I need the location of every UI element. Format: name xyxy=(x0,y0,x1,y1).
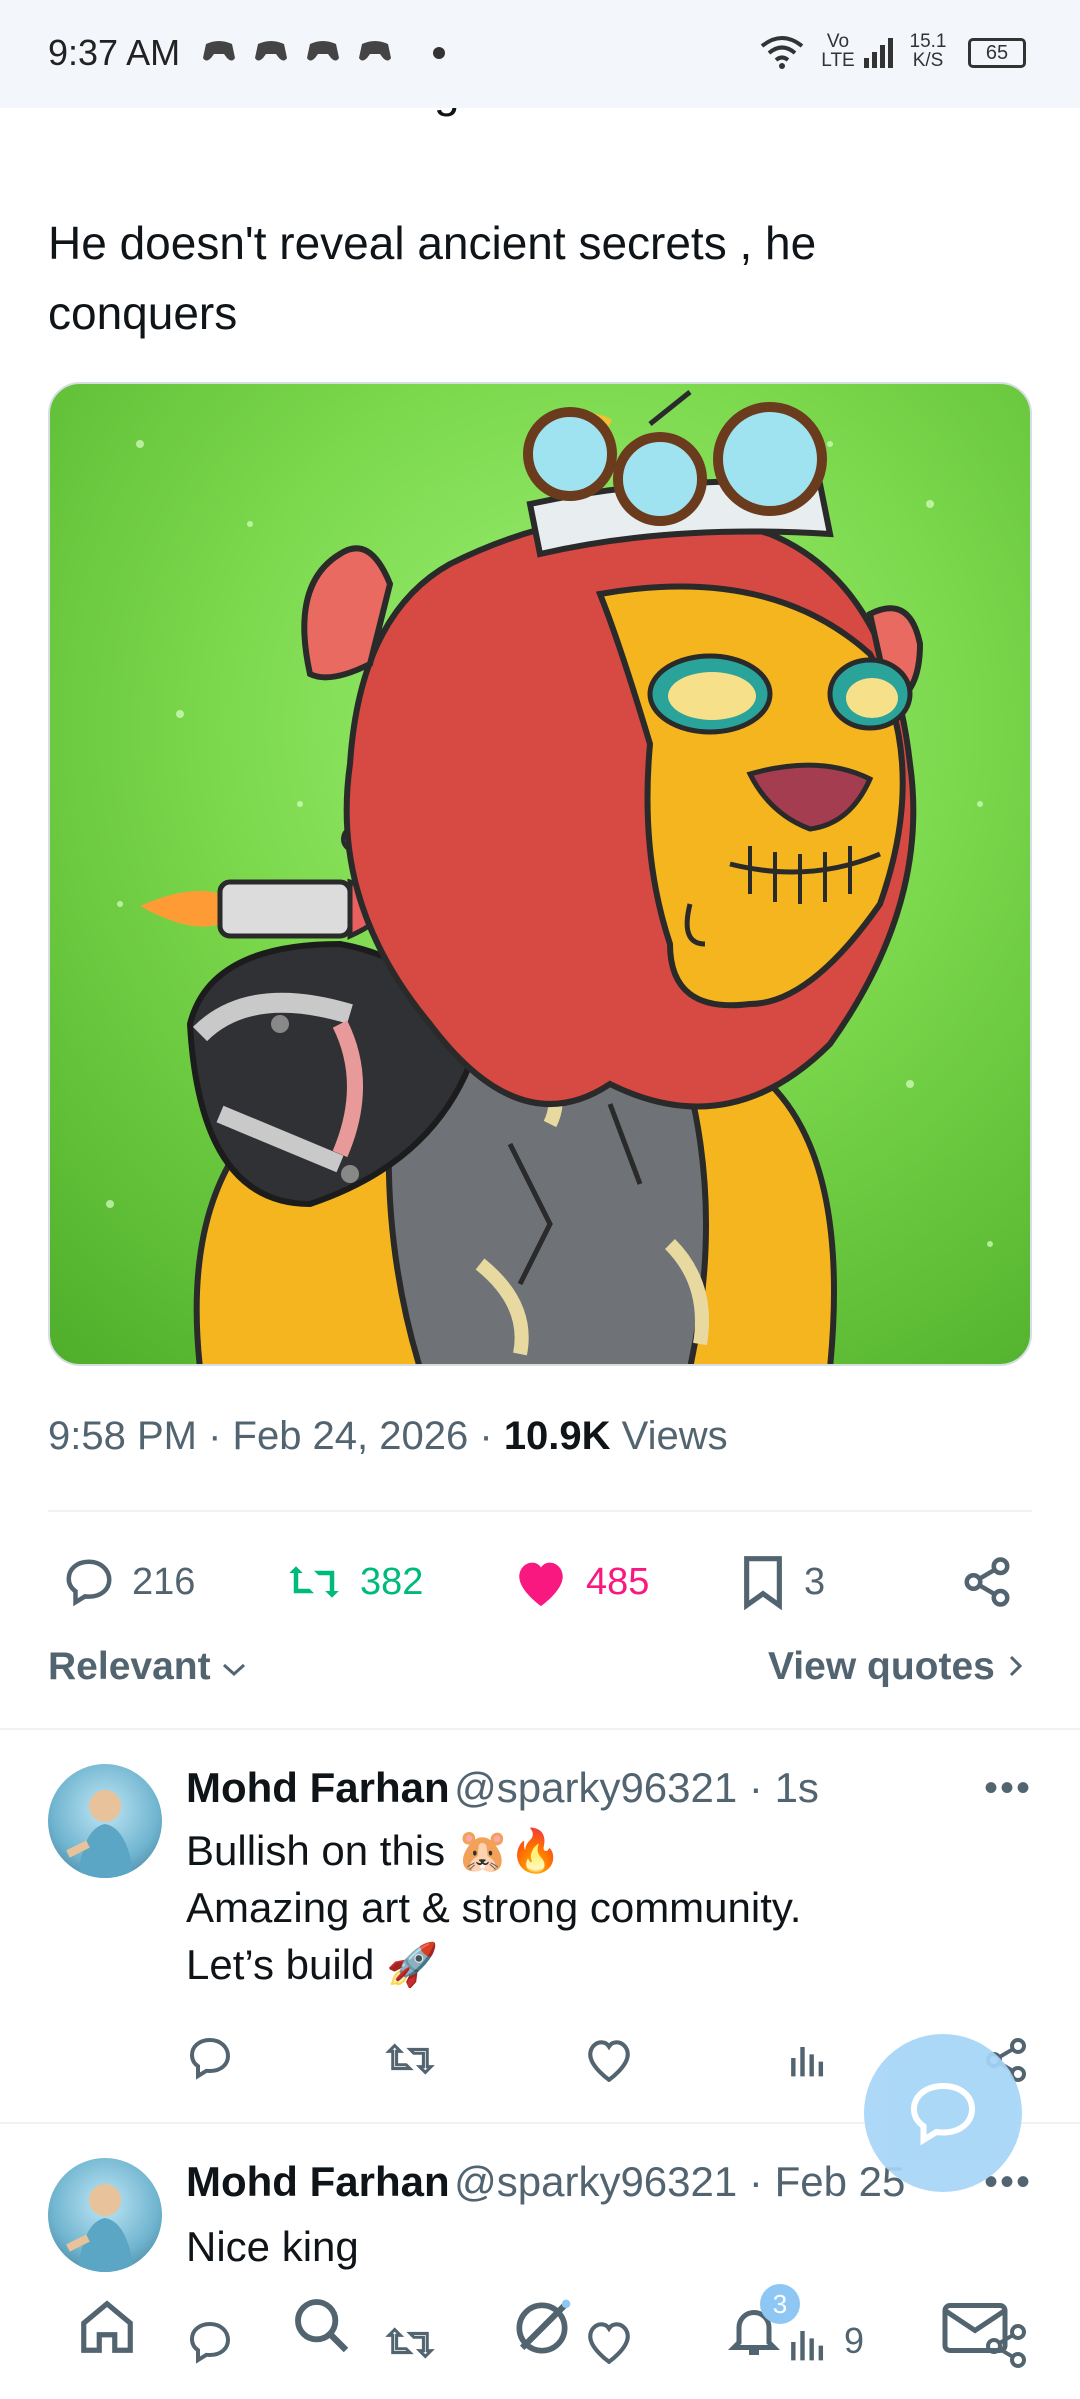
view-quotes-label: View quotes xyxy=(768,1645,995,1688)
heart-icon xyxy=(519,1562,563,1607)
compose-reply-button[interactable] xyxy=(864,2034,1022,2192)
bookmark-count: 3 xyxy=(804,1560,826,1603)
reply-header: Mohd Farhan @sparky96321 · Feb 25 xyxy=(186,2158,905,2206)
reply-action[interactable]: 216 xyxy=(62,1550,195,1614)
avatar[interactable] xyxy=(48,1764,162,1878)
share-icon xyxy=(964,1557,1010,1607)
tweet-image[interactable] xyxy=(48,382,1032,1366)
game-controller-icon xyxy=(307,41,339,61)
heart-icon[interactable] xyxy=(584,2036,634,2082)
game-controller-icon xyxy=(359,41,391,61)
repost-icon xyxy=(385,2327,435,2359)
share-action[interactable] xyxy=(960,1550,1030,1614)
reply-author-handle[interactable]: @sparky96321 · 1s xyxy=(454,1764,819,1811)
reply-count: 216 xyxy=(132,1560,196,1603)
search-icon[interactable] xyxy=(290,2294,354,2358)
views-label: Views xyxy=(610,1414,728,1458)
avatar[interactable] xyxy=(48,2158,162,2272)
views-icon xyxy=(791,2331,824,2361)
divider xyxy=(0,1728,1080,1730)
divider xyxy=(48,1510,1032,1512)
chevron-down-icon xyxy=(223,1663,246,1677)
home-icon[interactable] xyxy=(74,2296,140,2358)
bookmark-action[interactable]: 3 xyxy=(738,1550,825,1614)
sort-label: Relevant xyxy=(48,1645,211,1688)
reply-author-name[interactable]: Mohd Farhan xyxy=(186,2158,450,2205)
bookmark-icon xyxy=(744,1556,782,1610)
game-controller-icon xyxy=(203,41,235,61)
reply-text-line: Bullish on this 🐹🔥 xyxy=(186,1827,562,1874)
reply-text: Nice king xyxy=(186,2223,359,2270)
reply-icon[interactable] xyxy=(186,2034,234,2082)
repost-icon[interactable] xyxy=(384,2036,436,2082)
like-count: 485 xyxy=(586,1560,650,1603)
reply-header: Mohd Farhan @sparky96321 · 1s xyxy=(186,1764,819,1812)
like-action[interactable]: 485 xyxy=(512,1550,649,1614)
views-count: 10.9K xyxy=(503,1414,611,1458)
network-type: Vo LTE xyxy=(821,31,855,71)
repost-icon xyxy=(289,1566,339,1598)
grok-icon[interactable] xyxy=(508,2294,576,2362)
notification-badge: 3 xyxy=(760,2284,800,2324)
tweet-text-line: He doesn't reveal ancient secrets , he xyxy=(48,217,817,269)
game-controller-icon xyxy=(255,41,287,61)
sort-dropdown[interactable]: Relevant xyxy=(48,1645,247,1689)
tweet-text-line: conquers xyxy=(48,287,238,339)
heart-icon xyxy=(588,2322,630,2364)
status-time: 9:37 AM xyxy=(48,32,181,73)
reply-author-handle[interactable]: @sparky96321 · Feb 25 xyxy=(454,2158,905,2205)
lion-artwork xyxy=(106,390,993,1364)
tweet-timestamp: 9:58 PM · Feb 24, 2026 · xyxy=(48,1414,504,1458)
wifi-icon xyxy=(760,36,804,69)
tweet-meta: 9:58 PM · Feb 24, 2026 · 10.9K Views xyxy=(48,1414,728,1459)
chat-bubble-icon xyxy=(910,2082,976,2146)
battery-indicator: 65 xyxy=(968,38,1026,68)
signal-icon xyxy=(864,38,893,68)
share-icon xyxy=(986,2324,1026,2368)
repost-count: 382 xyxy=(360,1560,424,1603)
reply-text-line: Amazing art & strong community. xyxy=(186,1884,802,1931)
reply-text: Bullish on this 🐹🔥 Amazing art & strong … xyxy=(186,1822,1006,1993)
status-bar: 9:37 AM Vo LTE 15.1 K/S 65 xyxy=(0,0,1080,108)
views-icon[interactable] xyxy=(786,2036,830,2080)
bottom-navigation: 3 9 xyxy=(0,2280,1080,2399)
reply-icon xyxy=(189,2321,231,2364)
views-count: 9 xyxy=(844,2320,865,2361)
reply-author-name[interactable]: Mohd Farhan xyxy=(186,1764,450,1811)
notification-dot xyxy=(433,47,445,59)
view-quotes-link[interactable]: View quotes xyxy=(768,1645,1026,1689)
reply-icon xyxy=(66,1559,112,1607)
repost-action[interactable]: 382 xyxy=(284,1550,423,1614)
tweet-text: He doesn't reveal ancient secrets , he c… xyxy=(48,208,1008,348)
more-options-icon[interactable]: ••• xyxy=(984,1766,1032,1811)
chevron-right-icon xyxy=(1009,1655,1022,1677)
reply-text-line: Let’s build 🚀 xyxy=(186,1941,439,1988)
network-speed: 15.1 K/S xyxy=(909,31,947,71)
